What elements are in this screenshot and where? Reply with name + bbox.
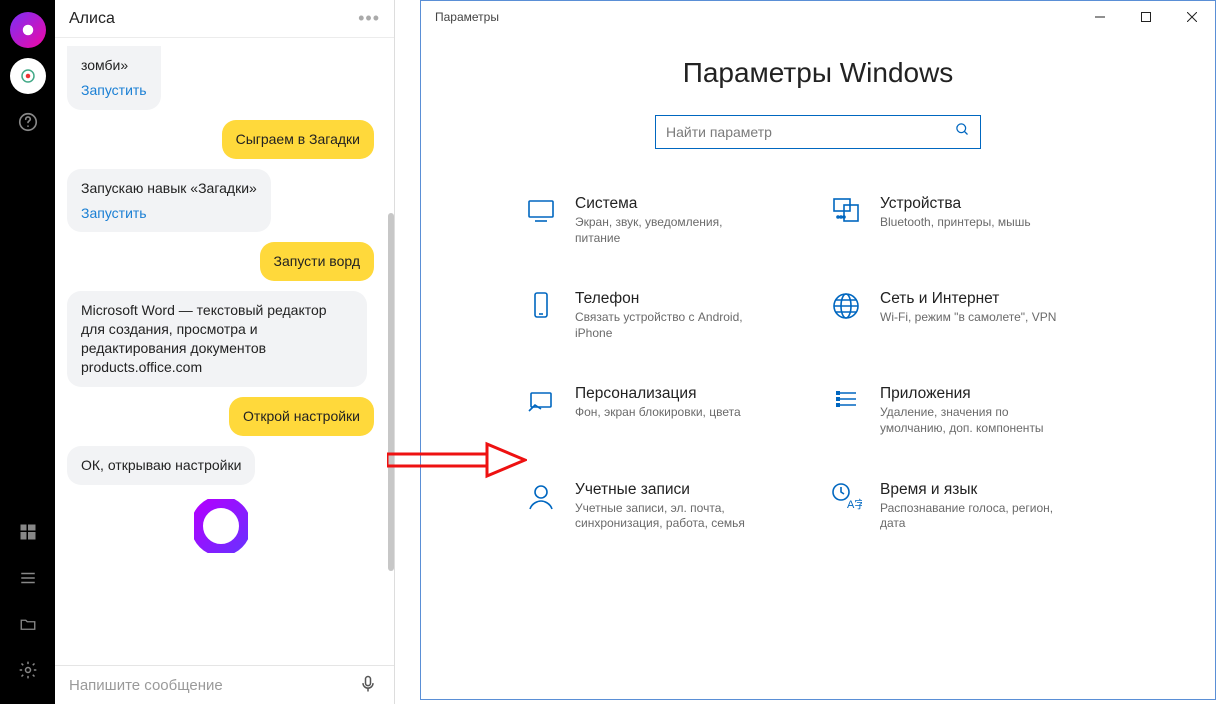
category-desc: Экран, звук, уведомления, питание (575, 215, 760, 246)
rail-menu-icon[interactable] (10, 560, 46, 596)
category-devices[interactable]: Устройства Bluetooth, принтеры, мышь (828, 195, 1113, 246)
rail-yandex-icon[interactable] (10, 12, 46, 48)
category-title: Время и язык (880, 481, 1065, 499)
category-title: Система (575, 195, 760, 213)
chat-message: Microsoft Word — текстовый редактор для … (67, 291, 367, 387)
category-desc: Удаление, значения по умолчанию, доп. ко… (880, 405, 1065, 436)
category-time-language[interactable]: A字 Время и язык Распознавание голоса, рег… (828, 481, 1113, 532)
alice-title: Алиса (69, 10, 115, 28)
chat-message: ОК, открываю настройки (67, 446, 255, 485)
chat-message: Запускаю навык «Загадки» Запустить (67, 169, 271, 233)
category-system[interactable]: Система Экран, звук, уведомления, питание (523, 195, 808, 246)
maximize-button[interactable] (1123, 1, 1169, 33)
devices-icon (828, 195, 864, 231)
rail-settings-icon[interactable] (10, 652, 46, 688)
settings-window: Параметры Параметры Windows Система Экран… (420, 0, 1216, 700)
search-icon (955, 122, 970, 142)
category-phone[interactable]: Телефон Связать устройство с Android, iPh… (523, 290, 808, 341)
mic-icon[interactable] (358, 674, 380, 696)
apps-icon (828, 385, 864, 421)
svg-text:A字: A字 (847, 497, 862, 511)
settings-categories: Система Экран, звук, уведомления, питание… (523, 195, 1113, 532)
category-title: Телефон (575, 290, 760, 308)
alice-orb-icon[interactable] (194, 499, 248, 558)
message-input[interactable] (69, 677, 358, 694)
phone-icon (523, 290, 559, 326)
chat-message: Запусти ворд (260, 242, 375, 281)
alice-panel: Алиса ••• зомби» Запустить Сыграем в Заг… (55, 0, 395, 704)
chat-message: зомби» Запустить (67, 46, 161, 110)
user-icon (523, 481, 559, 517)
category-title: Персонализация (575, 385, 741, 403)
category-title: Сеть и Интернет (880, 290, 1056, 308)
category-title: Учетные записи (575, 481, 760, 499)
category-desc: Связать устройство с Android, iPhone (575, 310, 760, 341)
more-icon[interactable]: ••• (358, 8, 380, 29)
category-desc: Распознавание голоса, регион, дата (880, 501, 1065, 532)
paint-icon (523, 385, 559, 421)
settings-search[interactable] (655, 115, 981, 149)
time-lang-icon: A字 (828, 481, 864, 517)
close-button[interactable] (1169, 1, 1215, 33)
category-apps[interactable]: Приложения Удаление, значения по умолчани… (828, 385, 1113, 436)
category-network[interactable]: Сеть и Интернет Wi-Fi, режим "в самолете"… (828, 290, 1113, 341)
minimize-button[interactable] (1077, 1, 1123, 33)
rail-help-icon[interactable] (10, 104, 46, 140)
chat-text: Сыграем в Загадки (236, 131, 360, 147)
category-desc: Bluetooth, принтеры, мышь (880, 215, 1031, 231)
category-title: Приложения (880, 385, 1065, 403)
scroll-thumb[interactable] (388, 213, 394, 571)
category-accounts[interactable]: Учетные записи Учетные записи, эл. почта,… (523, 481, 808, 532)
chat-text: ОК, открываю настройки (81, 457, 241, 473)
settings-heading: Параметры Windows (457, 57, 1179, 89)
alice-header: Алиса ••• (55, 0, 394, 38)
category-personalization[interactable]: Персонализация Фон, экран блокировки, цве… (523, 385, 808, 436)
globe-icon (828, 290, 864, 326)
display-icon (523, 195, 559, 231)
rail-folder-icon[interactable] (10, 606, 46, 642)
category-desc: Учетные записи, эл. почта, синхронизация… (575, 501, 760, 532)
chat-text: Запусти ворд (274, 253, 361, 269)
chat-scrollbar[interactable] (388, 40, 394, 658)
chat-pane: зомби» Запустить Сыграем в Загадки Запус… (55, 38, 394, 665)
chat-text: Открой настройки (243, 408, 360, 424)
rail-start-icon[interactable] (10, 514, 46, 550)
chat-text: зомби» (81, 57, 128, 73)
settings-body: Параметры Windows Система Экран, звук, ув… (421, 33, 1215, 699)
category-desc: Фон, экран блокировки, цвета (575, 405, 741, 421)
annotation-gap (395, 0, 420, 704)
chat-message: Сыграем в Загадки (222, 120, 374, 159)
category-desc: Wi-Fi, режим "в самолете", VPN (880, 310, 1056, 326)
chat-message: Открой настройки (229, 397, 374, 436)
alice-input-bar (55, 665, 394, 704)
titlebar: Параметры (421, 1, 1215, 33)
window-title: Параметры (421, 10, 499, 24)
run-link[interactable]: Запустить (81, 204, 257, 223)
rail-browser-icon[interactable] (10, 58, 46, 94)
chat-text: Microsoft Word — текстовый редактор для … (81, 302, 327, 375)
category-title: Устройства (880, 195, 1031, 213)
search-input[interactable] (666, 124, 955, 140)
run-link[interactable]: Запустить (81, 81, 147, 100)
chat-text: Запускаю навык «Загадки» (81, 180, 257, 196)
app-rail (0, 0, 55, 704)
